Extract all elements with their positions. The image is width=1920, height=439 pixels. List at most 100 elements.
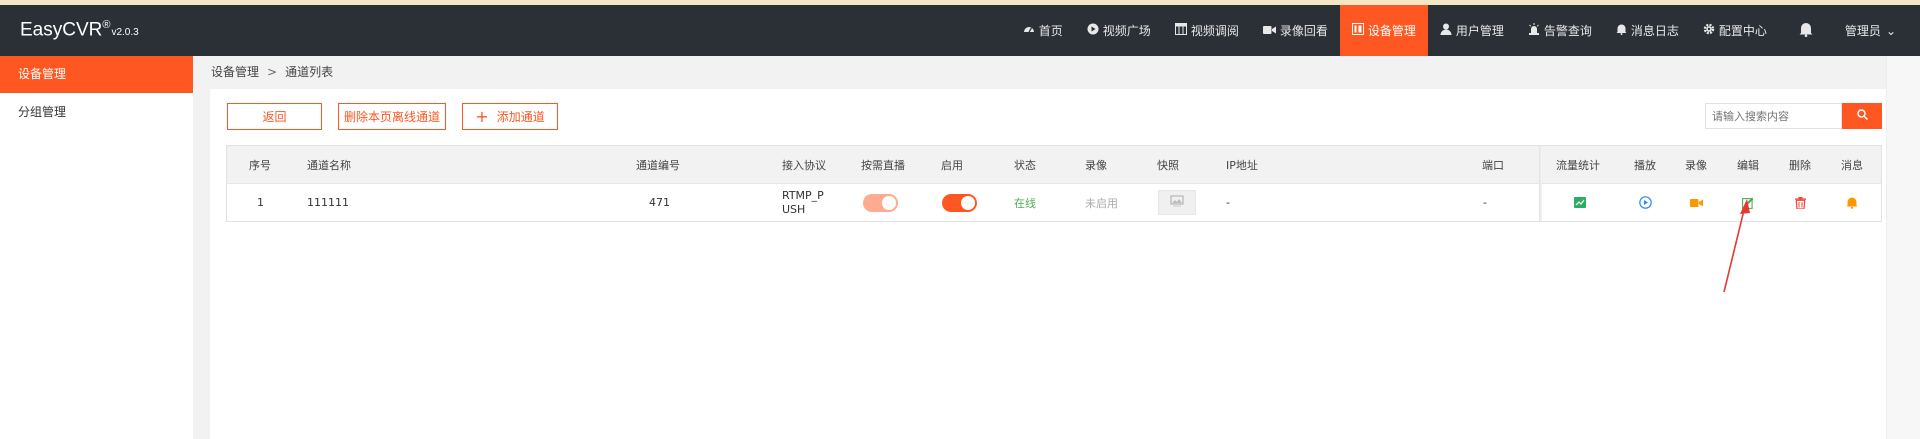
col-traffic: 流量统计 (1556, 158, 1600, 172)
toggle-knob (882, 195, 896, 210)
nav-item-alarm-query[interactable]: 告警查询 (1516, 5, 1604, 56)
channel-table: 序号 通道名称 通道编号 接入协议 按需直播 启用 状态 录像 快照 IP地址 … (226, 145, 1882, 222)
cell-record-status: 未启用 (1085, 196, 1118, 210)
nav-item-label: 视频广场 (1102, 24, 1151, 38)
col-snapshot: 快照 (1157, 158, 1179, 172)
back-button-label: 返回 (262, 110, 287, 124)
gear-icon (1703, 23, 1715, 38)
sidebar: 设备管理 分组管理 (0, 56, 193, 439)
search-icon (1856, 109, 1868, 123)
nav-item-label: 配置中心 (1718, 24, 1767, 38)
grid-layout-icon (1174, 23, 1187, 38)
enabled-toggle[interactable] (942, 193, 977, 212)
nav-item-label: 录像回看 (1279, 24, 1328, 38)
delete-offline-channels-button[interactable]: 删除本页离线通道 (338, 103, 446, 130)
user-menu[interactable]: 管理员 ⌄ (1833, 5, 1920, 56)
app-version: v2.0.3 (111, 27, 139, 39)
table-row: 1 111111 471 RTMP_P USH 在线 未启用 - - (227, 184, 1881, 221)
nav-item-label: 用户管理 (1455, 24, 1504, 38)
status-badge: 在线 (1014, 196, 1036, 210)
col-index: 序号 (249, 158, 271, 172)
snapshot-thumbnail[interactable] (1158, 190, 1196, 215)
cell-on-demand (863, 184, 898, 221)
cell-index: 1 (257, 196, 264, 209)
nav-item-message-log[interactable]: 消息日志 (1604, 5, 1691, 56)
nav-item-device-management[interactable]: 设备管理 (1339, 5, 1428, 56)
breadcrumb: 设备管理 > 通道列表 (211, 56, 333, 89)
edit-icon[interactable] (1740, 195, 1756, 211)
app-logo[interactable]: EasyCVR®v2.0.3 (20, 19, 139, 41)
cell-channel-name: 111111 (307, 196, 349, 209)
sidebar-item-device-management[interactable]: 设备管理 (0, 56, 193, 93)
breadcrumb-separator: > (267, 65, 278, 79)
cell-enabled (942, 184, 977, 221)
nav-item-label: 告警查询 (1543, 24, 1592, 38)
col-record: 录像 (1085, 158, 1107, 172)
back-button[interactable]: 返回 (227, 103, 322, 130)
col-channel-number: 通道编号 (636, 158, 680, 172)
cell-channel-number: 471 (649, 196, 670, 209)
device-icon (1351, 23, 1364, 38)
cell-delete (1792, 184, 1808, 221)
fixed-column-divider (1539, 146, 1542, 221)
col-protocol: 接入协议 (782, 158, 826, 172)
content-gutter (193, 56, 210, 439)
search-button[interactable] (1842, 103, 1882, 129)
dashboard-icon (1023, 23, 1035, 38)
nav-item-video-square[interactable]: 视频广场 (1075, 5, 1163, 56)
image-placeholder-icon (1170, 195, 1184, 210)
col-port: 端口 (1482, 158, 1504, 172)
breadcrumb-current: 通道列表 (285, 65, 334, 79)
video-camera-icon (1262, 24, 1276, 38)
breadcrumb-root[interactable]: 设备管理 (211, 65, 259, 79)
sidebar-item-group-management[interactable]: 分组管理 (0, 93, 193, 131)
col-status: 状态 (1014, 158, 1036, 172)
play-icon[interactable] (1637, 195, 1653, 211)
col-on-demand: 按需直播 (861, 158, 905, 172)
col-record-action: 录像 (1685, 158, 1707, 172)
col-play: 播放 (1634, 158, 1656, 172)
cell-message (1844, 184, 1860, 221)
cell-protocol: RTMP_P USH (782, 184, 824, 221)
bell-icon (1799, 21, 1813, 41)
toggle-knob (961, 195, 975, 210)
play-circle-icon (1087, 23, 1099, 38)
traffic-stats-icon[interactable] (1572, 195, 1588, 211)
col-channel-name: 通道名称 (307, 158, 351, 172)
top-nav: 首页 视频广场 视频调阅 录像回看 设备管理 用户管理 告警查询 消息日志 配置… (1011, 5, 1920, 56)
record-camera-icon[interactable] (1688, 195, 1704, 211)
cell-edit (1740, 184, 1756, 221)
col-edit: 编辑 (1737, 158, 1759, 172)
cell-snapshot (1158, 184, 1196, 221)
search-input[interactable] (1705, 103, 1842, 129)
user-icon (1440, 23, 1452, 38)
nav-item-user-management[interactable]: 用户管理 (1428, 5, 1516, 56)
on-demand-toggle[interactable] (863, 193, 898, 212)
nav-item-label: 消息日志 (1630, 24, 1679, 38)
cell-ip: - (1226, 196, 1230, 209)
cell-traffic (1572, 184, 1588, 221)
chevron-down-icon: ⌄ (1885, 23, 1896, 38)
bell-icon[interactable] (1844, 195, 1860, 211)
cell-port: - (1483, 196, 1487, 209)
col-enabled: 启用 (941, 158, 963, 172)
add-channel-button[interactable]: + 添加通道 (462, 103, 558, 130)
page-scrollbar-track[interactable] (1886, 56, 1920, 439)
nav-item-playback[interactable]: 录像回看 (1251, 5, 1340, 56)
cell-record-action (1688, 184, 1704, 221)
plus-icon: + (475, 106, 489, 126)
protocol-line-2: USH (782, 202, 806, 216)
nav-item-label: 视频调阅 (1190, 24, 1239, 38)
logo-registered-mark: ® (102, 19, 111, 31)
nav-item-label: 设备管理 (1367, 24, 1416, 38)
user-name: 管理员 (1844, 24, 1881, 38)
delete-offline-label: 删除本页离线通道 (343, 110, 440, 124)
nav-item-video-browse[interactable]: 视频调阅 (1163, 5, 1251, 56)
cell-play (1637, 184, 1653, 221)
nav-item-label: 首页 (1038, 24, 1063, 38)
nav-item-home[interactable]: 首页 (1011, 5, 1075, 56)
alarm-icon (1528, 23, 1540, 38)
nav-item-config-center[interactable]: 配置中心 (1691, 5, 1779, 56)
notification-bell[interactable] (1779, 5, 1833, 56)
trash-icon[interactable] (1792, 195, 1808, 211)
